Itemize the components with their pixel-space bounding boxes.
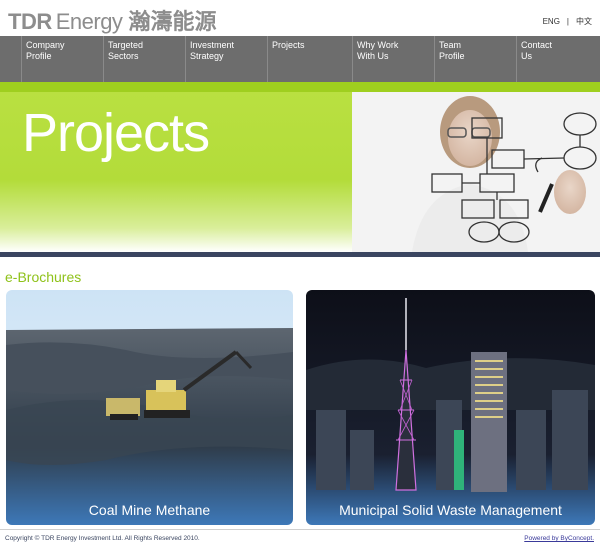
nav-item-team-profile[interactable]: Team Profile — [435, 36, 517, 82]
nav-spacer — [0, 36, 22, 82]
page-banner: Projects — [0, 92, 600, 252]
banner-divider — [0, 252, 600, 257]
nav-item-contact-us[interactable]: Contact Us — [517, 36, 600, 82]
brochure-caption: Coal Mine Methane — [88, 502, 211, 518]
nav-item-why-work-with-us[interactable]: Why Work With Us — [353, 36, 435, 82]
brochure-card-municipal-solid-waste[interactable]: Municipal Solid Waste Management — [306, 290, 595, 525]
logo-chinese: 瀚濤能源 — [128, 10, 217, 35]
page-title: Projects — [22, 103, 210, 163]
copyright-text: Copyright © TDR Energy Investment Ltd. A… — [5, 535, 200, 542]
nav-item-investment-strategy[interactable]: Investment Strategy — [186, 36, 268, 82]
accent-bar — [0, 82, 600, 92]
banner-photo — [352, 92, 600, 252]
logo[interactable]: TDR Energy 瀚濤能源 — [8, 4, 216, 35]
nav-item-company-profile[interactable]: Company Profile — [22, 36, 104, 82]
nav-item-targeted-sectors[interactable]: Targeted Sectors — [104, 36, 186, 82]
main-nav: Company Profile Targeted Sectors Investm… — [0, 36, 600, 82]
lang-separator: | — [566, 17, 569, 26]
section-title: e-Brochures — [5, 269, 82, 285]
lang-eng-link[interactable]: ENG — [543, 17, 560, 26]
brochure-card-coal-mine-methane[interactable]: Coal Mine Methane — [6, 290, 293, 525]
logo-brand: TDR — [8, 9, 52, 34]
banner-green-panel: Projects — [0, 92, 352, 252]
powered-by-link[interactable]: Powered by ByConcept. — [524, 535, 594, 542]
language-switcher: ENG | 中文 — [543, 16, 592, 27]
header: TDR Energy 瀚濤能源 ENG | 中文 — [0, 0, 600, 36]
nav-item-projects[interactable]: Projects — [268, 36, 353, 82]
brochure-caption: Municipal Solid Waste Management — [339, 502, 562, 518]
footer: Copyright © TDR Energy Investment Ltd. A… — [0, 529, 600, 548]
lang-zh-link[interactable]: 中文 — [576, 16, 592, 27]
logo-energy: Energy — [55, 9, 123, 34]
